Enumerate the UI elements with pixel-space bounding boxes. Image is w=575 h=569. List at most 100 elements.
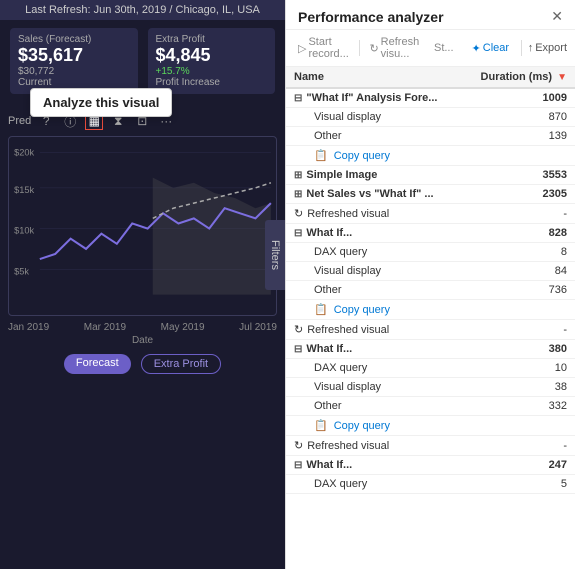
row-name: Visual display bbox=[286, 378, 462, 397]
row-name: "What If" Analysis Fore... bbox=[306, 92, 437, 104]
row-name: DAX query bbox=[286, 475, 462, 494]
chart-xlabel: Date bbox=[0, 335, 285, 348]
copy-query-link[interactable]: 📋Copy query bbox=[314, 149, 454, 162]
toolbar-sep-1 bbox=[359, 40, 360, 56]
refresh-button[interactable]: ↻ Refresh visu... bbox=[365, 34, 426, 62]
expand-icon[interactable]: ⊟ bbox=[294, 228, 302, 239]
table-row: DAX query5 bbox=[286, 475, 575, 494]
svg-text:$5k: $5k bbox=[14, 266, 29, 276]
table-container: Name Duration (ms) ▼ ⊟ "What If" Analysis… bbox=[286, 67, 575, 569]
export-button[interactable]: ↑ Export bbox=[528, 42, 567, 54]
panel-header: Performance analyzer ✕ bbox=[286, 0, 575, 30]
record-button[interactable]: ▷ Start record... bbox=[294, 34, 353, 62]
clear-icon: ✦ bbox=[472, 42, 481, 55]
filters-tab[interactable]: Filters bbox=[265, 220, 285, 290]
row-name: DAX query bbox=[286, 243, 462, 262]
row-duration-empty bbox=[462, 146, 575, 166]
performance-table: Name Duration (ms) ▼ ⊟ "What If" Analysis… bbox=[286, 67, 575, 494]
table-row: ⊟What If...247 bbox=[286, 456, 575, 475]
row-duration: 10 bbox=[462, 359, 575, 378]
table-row: 📋Copy query bbox=[286, 300, 575, 320]
row-duration: 870 bbox=[462, 108, 575, 127]
analyze-tooltip[interactable]: Analyze this visual bbox=[30, 88, 172, 117]
expand-icon[interactable]: ⊟ bbox=[294, 460, 302, 471]
refreshed-visual-label: ↻Refreshed visual bbox=[286, 436, 462, 456]
row-duration: 380 bbox=[462, 340, 575, 359]
table-body: ⊟"What If" Analysis Fore...1009Visual di… bbox=[286, 88, 575, 494]
expand-icon[interactable]: ⊟ bbox=[294, 93, 302, 104]
clear-button[interactable]: ✦ Clear bbox=[466, 40, 516, 57]
table-row: ↻Refreshed visual- bbox=[286, 436, 575, 456]
row-name: Visual display bbox=[286, 108, 462, 127]
table-row: Other332 bbox=[286, 397, 575, 416]
col-name-header[interactable]: Name bbox=[286, 67, 462, 88]
row-name: What If... bbox=[306, 343, 352, 355]
copy-query-link[interactable]: 📋Copy query bbox=[314, 419, 454, 432]
table-row: ⊞Simple Image3553 bbox=[286, 166, 575, 185]
copy-query-cell[interactable]: 📋Copy query bbox=[286, 300, 462, 320]
table-row: ↻Refreshed visual- bbox=[286, 204, 575, 224]
kpi-profit-change: +15.7% bbox=[156, 66, 268, 77]
chart-xaxis: Jan 2019 Mar 2019 May 2019 Jul 2019 bbox=[0, 320, 285, 335]
table-row: DAX query10 bbox=[286, 359, 575, 378]
panel-title: Performance analyzer bbox=[298, 9, 444, 25]
kpi-sales-sub: $30,772 Current bbox=[18, 66, 130, 88]
row-duration-dash: - bbox=[462, 320, 575, 340]
row-name: What If... bbox=[306, 459, 352, 471]
table-row: Visual display870 bbox=[286, 108, 575, 127]
row-duration: 139 bbox=[462, 127, 575, 146]
right-panel: Performance analyzer ✕ ▷ Start record...… bbox=[285, 0, 575, 569]
table-row: 📋Copy query bbox=[286, 416, 575, 436]
row-duration-empty bbox=[462, 300, 575, 320]
expand-icon[interactable]: ⊞ bbox=[294, 189, 302, 200]
kpi-profit-sub: Profit Increase bbox=[156, 77, 268, 88]
left-panel: Last Refresh: Jun 30th, 2019 / Chicago, … bbox=[0, 0, 285, 569]
legend-forecast[interactable]: Forecast bbox=[64, 354, 131, 374]
close-button[interactable]: ✕ bbox=[551, 8, 563, 25]
col-duration-header[interactable]: Duration (ms) ▼ bbox=[462, 67, 575, 88]
table-row: DAX query8 bbox=[286, 243, 575, 262]
chart-label-pred: Pred bbox=[8, 115, 31, 127]
refresh-icon: ↻ bbox=[369, 42, 378, 55]
row-duration: 1009 bbox=[462, 88, 575, 108]
copy-query-link[interactable]: 📋Copy query bbox=[314, 303, 454, 316]
copy-query-cell[interactable]: 📋Copy query bbox=[286, 416, 462, 436]
row-duration: 3553 bbox=[462, 166, 575, 185]
chart-area: $20k $15k $10k $5k bbox=[8, 136, 277, 316]
refresh-label: Last Refresh: Jun 30th, 2019 / Chicago, … bbox=[25, 4, 260, 16]
row-name: Visual display bbox=[286, 262, 462, 281]
row-duration: 38 bbox=[462, 378, 575, 397]
row-name: Other bbox=[286, 127, 462, 146]
table-row: ⊞Net Sales vs "What If" ...2305 bbox=[286, 185, 575, 204]
row-duration: 828 bbox=[462, 224, 575, 243]
kpi-profit-label: Extra Profit bbox=[156, 34, 268, 45]
expand-icon[interactable]: ⊞ bbox=[294, 170, 302, 181]
top-bar: Last Refresh: Jun 30th, 2019 / Chicago, … bbox=[0, 0, 285, 20]
row-duration: 332 bbox=[462, 397, 575, 416]
kpi-card-sales: Sales (Forecast) $35,617 $30,772 Current bbox=[10, 28, 138, 94]
legend-extra-profit[interactable]: Extra Profit bbox=[141, 354, 221, 374]
st-button[interactable]: St... bbox=[430, 40, 458, 56]
kpi-sales-value: $35,617 bbox=[18, 45, 130, 66]
kpi-profit-value: $4,845 bbox=[156, 45, 268, 66]
expand-icon[interactable]: ⊟ bbox=[294, 344, 302, 355]
row-duration-dash: - bbox=[462, 436, 575, 456]
table-row: Other139 bbox=[286, 127, 575, 146]
table-row: Visual display38 bbox=[286, 378, 575, 397]
row-duration: 84 bbox=[462, 262, 575, 281]
refreshed-visual-label: ↻Refreshed visual bbox=[286, 204, 462, 224]
table-row: Visual display84 bbox=[286, 262, 575, 281]
record-icon: ▷ bbox=[298, 42, 306, 55]
row-name: Net Sales vs "What If" ... bbox=[306, 188, 433, 200]
svg-text:$15k: $15k bbox=[14, 185, 34, 195]
sort-icon: ▼ bbox=[557, 72, 567, 83]
refreshed-visual-label: ↻Refreshed visual bbox=[286, 320, 462, 340]
table-row: 📋Copy query bbox=[286, 146, 575, 166]
copy-query-cell[interactable]: 📋Copy query bbox=[286, 146, 462, 166]
row-duration: 736 bbox=[462, 281, 575, 300]
table-row: ⊟ "What If" Analysis Fore... 1009 bbox=[286, 88, 575, 108]
row-duration-dash: - bbox=[462, 204, 575, 224]
row-name: DAX query bbox=[286, 359, 462, 378]
svg-text:$20k: $20k bbox=[14, 147, 34, 157]
svg-text:$10k: $10k bbox=[14, 226, 34, 236]
